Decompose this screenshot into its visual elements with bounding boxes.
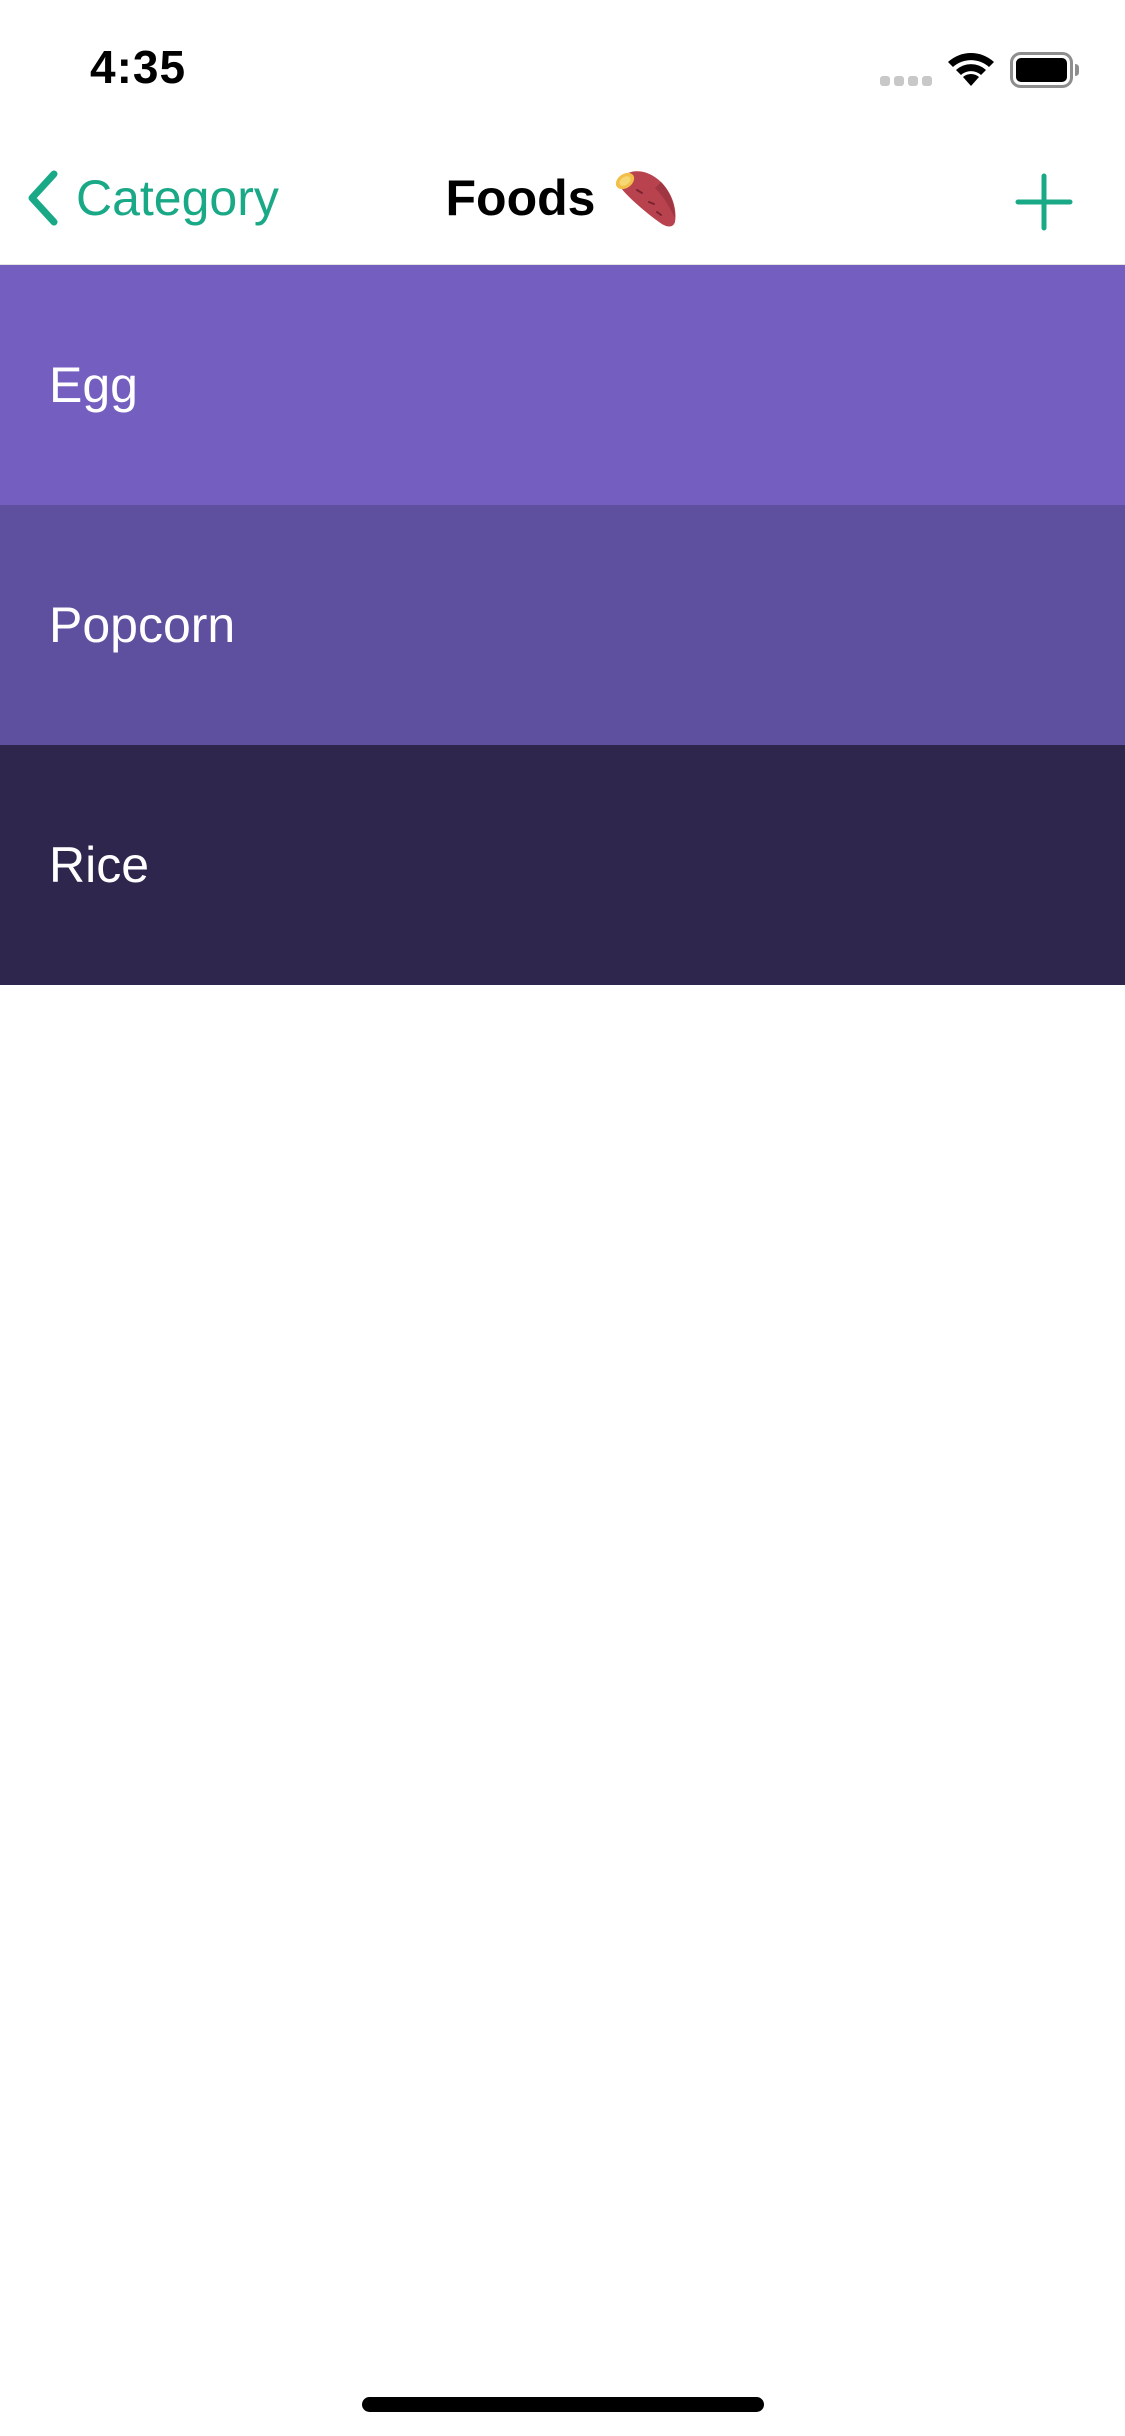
wifi-icon — [948, 53, 994, 86]
list-item-egg[interactable]: Egg — [0, 265, 1125, 505]
add-button[interactable] — [1014, 172, 1074, 232]
list-item-label: Egg — [49, 357, 138, 413]
status-bar: 4:35 — [0, 0, 1125, 132]
list-item-popcorn[interactable]: Popcorn — [0, 505, 1125, 745]
status-time: 4:35 — [90, 41, 187, 93]
list-item-label: Popcorn — [49, 597, 236, 653]
app-screen: 4:35 Category Foods Egg Popcorn Rice — [0, 0, 1125, 2436]
navigation-bar: Category Foods — [0, 132, 1125, 265]
cellular-signal-icon — [880, 72, 936, 88]
home-indicator[interactable] — [362, 2397, 764, 2412]
list-item-rice[interactable]: Rice — [0, 745, 1125, 985]
sweet-potato-icon — [616, 171, 676, 227]
page-title: Foods — [0, 162, 1125, 234]
battery-icon — [1010, 52, 1079, 88]
page-title-text: Foods — [445, 170, 596, 226]
list-item-label: Rice — [49, 837, 150, 893]
plus-icon — [1015, 173, 1073, 231]
food-list: Egg Popcorn Rice — [0, 265, 1125, 985]
